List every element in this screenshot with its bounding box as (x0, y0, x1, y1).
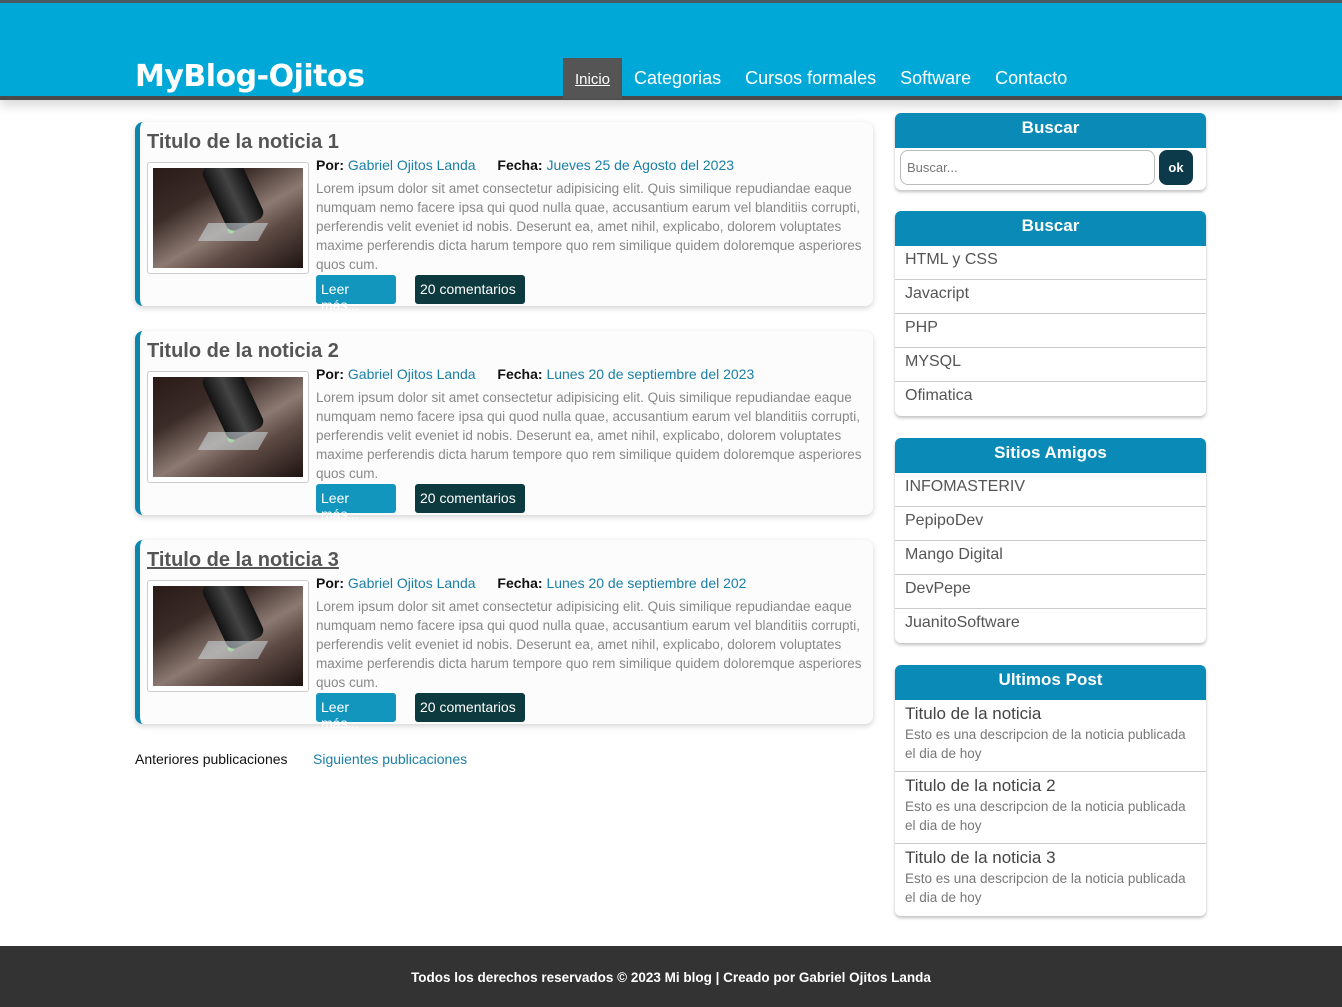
latest-posts-widget: Ultimos Post Titulo de la noticia Esto e… (895, 665, 1206, 916)
search-input[interactable] (900, 150, 1155, 185)
comments-button[interactable]: 20 comentarios (415, 693, 525, 722)
post-thumbnail (147, 580, 309, 692)
category-item[interactable]: PHP (895, 314, 1206, 348)
friend-site-link[interactable]: PepipoDev (895, 507, 1206, 541)
category-item[interactable]: Ofimatica (895, 382, 1206, 416)
comments-button[interactable]: 20 comentarios (415, 484, 525, 513)
post-excerpt: Lorem ipsum dolor sit amet consectetur a… (316, 599, 862, 690)
widget-title: Sitios Amigos (895, 438, 1206, 473)
previous-posts-link[interactable]: Anteriores publicaciones (135, 751, 288, 767)
post-meta: Por: Gabriel Ojitos Landa Fecha: Lunes 2… (316, 575, 764, 591)
category-item[interactable]: Javacript (895, 280, 1206, 314)
friend-site-link[interactable]: JuanitoSoftware (895, 609, 1206, 643)
microscope-image (153, 377, 303, 477)
nav-inicio[interactable]: Inicio (563, 58, 623, 99)
search-row: ok (895, 148, 1206, 190)
main-nav: Inicio Categorias Cursos formales Softwa… (563, 58, 1079, 99)
microscope-image (153, 586, 303, 686)
search-button[interactable]: ok (1159, 150, 1193, 185)
post-meta: Por: Gabriel Ojitos Landa Fecha: Jueves … (316, 157, 752, 173)
latest-post-item: Titulo de la noticia 2 Esto es una descr… (895, 772, 1206, 844)
next-posts-link[interactable]: Siguientes publicaciones (313, 751, 467, 767)
latest-post-title[interactable]: Titulo de la noticia 2 (905, 776, 1196, 796)
friend-site-link[interactable]: DevPepe (895, 575, 1206, 609)
friends-widget: Sitios Amigos INFOMASTERIV PepipoDev Man… (895, 438, 1206, 643)
author-label: Por: (316, 366, 344, 382)
post-thumbnail (147, 162, 309, 274)
latest-post-item: Titulo de la noticia Esto es una descrip… (895, 700, 1206, 772)
post-thumbnail (147, 371, 309, 483)
read-more-button[interactable]: Leer más... (316, 484, 396, 522)
site-logo[interactable]: MyBlog-Ojitos (135, 59, 365, 94)
read-more-button[interactable]: Leer más... (316, 693, 396, 731)
post-date: Jueves 25 de Agosto del 2023 (546, 157, 735, 173)
post-meta: Por: Gabriel Ojitos Landa Fecha: Lunes 2… (316, 366, 772, 382)
post-author: Gabriel Ojitos Landa (347, 157, 476, 173)
date-label: Fecha: (497, 575, 543, 591)
friend-site-link[interactable]: Mango Digital (895, 541, 1206, 575)
post-excerpt: Lorem ipsum dolor sit amet consectetur a… (316, 181, 862, 272)
nav-software[interactable]: Software (888, 58, 983, 99)
widget-title: Buscar (895, 113, 1206, 148)
latest-post-description: Esto es una descripcion de la noticia pu… (905, 871, 1186, 905)
categories-widget: Buscar HTML y CSS Javacript PHP MYSQL Of… (895, 211, 1206, 416)
nav-categorias[interactable]: Categorias (622, 58, 733, 99)
post-date: Lunes 20 de septiembre del 202 (546, 575, 747, 591)
date-label: Fecha: (497, 366, 543, 382)
post-title[interactable]: Titulo de la noticia 1 (147, 131, 339, 154)
widget-title: Buscar (895, 211, 1206, 246)
latest-post-title[interactable]: Titulo de la noticia (905, 704, 1196, 724)
nav-cursos-formales[interactable]: Cursos formales (733, 58, 888, 99)
latest-post-item: Titulo de la noticia 3 Esto es una descr… (895, 844, 1206, 916)
post-card: Titulo de la noticia 2 Por: Gabriel Ojit… (135, 331, 873, 522)
post-title[interactable]: Titulo de la noticia 3 (147, 549, 339, 572)
post-title[interactable]: Titulo de la noticia 2 (147, 340, 339, 363)
category-item[interactable]: MYSQL (895, 348, 1206, 382)
comments-button[interactable]: 20 comentarios (415, 275, 525, 304)
nav-contacto[interactable]: Contacto (983, 58, 1079, 99)
latest-post-description: Esto es una descripcion de la noticia pu… (905, 727, 1186, 761)
latest-post-title[interactable]: Titulo de la noticia 3 (905, 848, 1196, 868)
post-excerpt: Lorem ipsum dolor sit amet consectetur a… (316, 390, 862, 481)
site-footer: Todos los derechos reservados © 2023 Mi … (0, 946, 1342, 1007)
category-item[interactable]: HTML y CSS (895, 246, 1206, 280)
post-date: Lunes 20 de septiembre del 2023 (546, 366, 755, 382)
post-card: Titulo de la noticia 3 Por: Gabriel Ojit… (135, 540, 873, 731)
latest-post-description: Esto es una descripcion de la noticia pu… (905, 799, 1186, 833)
microscope-image (153, 168, 303, 268)
author-label: Por: (316, 575, 344, 591)
post-author: Gabriel Ojitos Landa (347, 366, 476, 382)
post-author: Gabriel Ojitos Landa (347, 575, 476, 591)
widget-title: Ultimos Post (895, 665, 1206, 700)
read-more-button[interactable]: Leer más... (316, 275, 396, 313)
search-widget: Buscar ok (895, 113, 1206, 190)
post-card: Titulo de la noticia 1 Por: Gabriel Ojit… (135, 122, 873, 313)
author-label: Por: (316, 157, 344, 173)
date-label: Fecha: (497, 157, 543, 173)
footer-text: Todos los derechos reservados © 2023 Mi … (411, 970, 931, 985)
friend-site-link[interactable]: INFOMASTERIV (895, 473, 1206, 507)
site-header: MyBlog-Ojitos Inicio Categorias Cursos f… (0, 0, 1342, 100)
